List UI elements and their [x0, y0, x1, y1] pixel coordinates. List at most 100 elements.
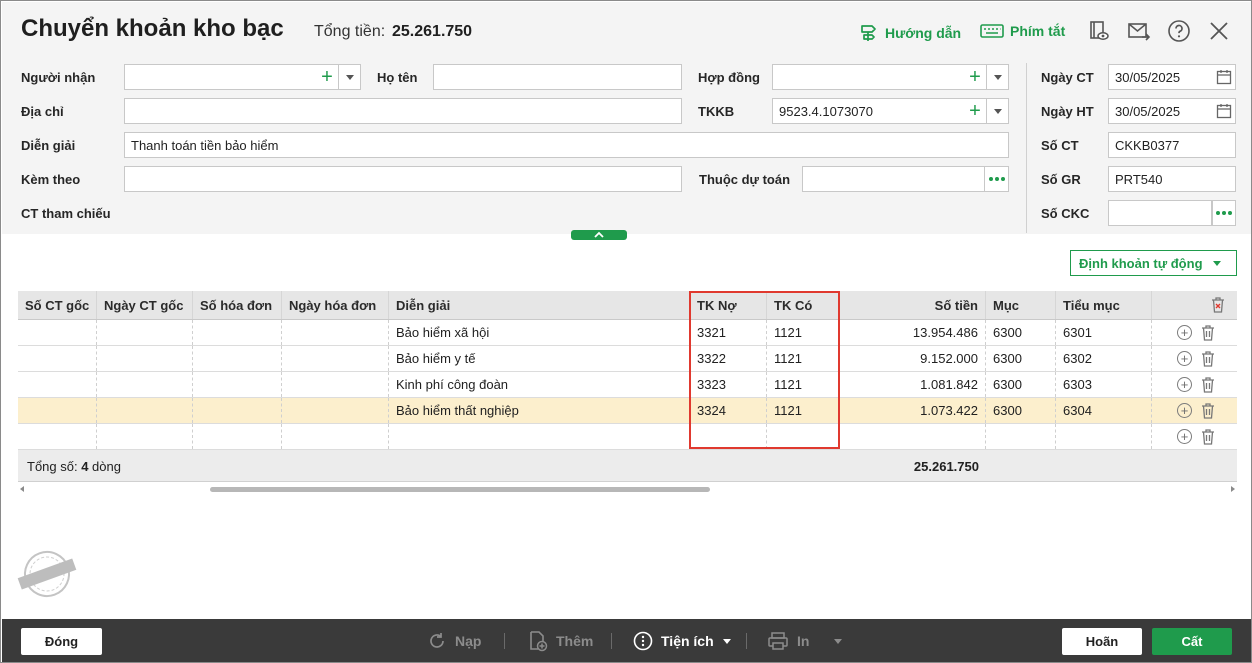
- view-history-icon[interactable]: [1087, 19, 1111, 43]
- keyboard-icon: [980, 24, 1004, 38]
- cell-credit[interactable]: 1121: [767, 398, 840, 423]
- add-tkkb-icon[interactable]: +: [964, 99, 986, 123]
- calendar-icon[interactable]: [1213, 65, 1235, 89]
- cell-subitem[interactable]: 6301: [1056, 320, 1152, 345]
- cell-subitem[interactable]: 6302: [1056, 346, 1152, 371]
- help-icon[interactable]: [1167, 19, 1191, 43]
- table-row-selected[interactable]: Bảo hiểm thất nghiệp 3324 1121 1.073.422…: [18, 398, 1237, 424]
- shortcut-button[interactable]: Phím tắt: [980, 23, 1065, 39]
- col-header-source-doc[interactable]: Số CT gốc: [18, 291, 97, 319]
- trash-icon[interactable]: [1200, 350, 1216, 368]
- trash-icon[interactable]: [1200, 376, 1216, 394]
- chevron-up-icon: [594, 231, 604, 238]
- col-header-item[interactable]: Mục: [986, 291, 1056, 319]
- contract-field[interactable]: +: [772, 64, 1009, 90]
- col-header-credit[interactable]: TK Có: [767, 291, 840, 319]
- cell-amount[interactable]: 13.954.486: [840, 320, 986, 345]
- doc-date-field[interactable]: 30/05/2025: [1108, 64, 1236, 90]
- add-row-icon[interactable]: +: [1177, 351, 1192, 366]
- calendar-icon[interactable]: [1213, 99, 1235, 123]
- add-row-icon[interactable]: +: [1177, 403, 1192, 418]
- cell-credit[interactable]: 1121: [767, 346, 840, 371]
- tkkb-field[interactable]: 9523.4.1073070 +: [772, 98, 1009, 124]
- cell-debit[interactable]: 3323: [690, 372, 767, 397]
- cell-description[interactable]: Bảo hiểm xã hội: [389, 320, 690, 345]
- chevron-down-icon[interactable]: [338, 65, 360, 89]
- cell-debit[interactable]: 3322: [690, 346, 767, 371]
- col-header-description[interactable]: Diễn giải: [389, 291, 690, 319]
- cell-item[interactable]: 6300: [986, 346, 1056, 371]
- load-button[interactable]: Nạp: [427, 629, 481, 653]
- close-icon[interactable]: [1207, 19, 1231, 43]
- add-row-icon[interactable]: +: [1177, 377, 1192, 392]
- chevron-down-icon[interactable]: [986, 99, 1008, 123]
- fullname-field[interactable]: [433, 64, 682, 90]
- print-button[interactable]: In: [767, 629, 843, 653]
- cell-description[interactable]: Bảo hiểm y tế: [389, 346, 690, 371]
- trash-icon[interactable]: [1200, 428, 1216, 446]
- tkkb-value: 9523.4.1073070: [779, 103, 873, 119]
- cell-description[interactable]: Bảo hiểm thất nghiệp: [389, 398, 690, 423]
- gr-no-field[interactable]: PRT540: [1108, 166, 1236, 192]
- description-field[interactable]: Thanh toán tiền bảo hiểm: [124, 132, 1009, 158]
- delete-all-icon[interactable]: [1203, 291, 1226, 319]
- post-date-field[interactable]: 30/05/2025: [1108, 98, 1236, 124]
- cell-amount[interactable]: 9.152.000: [840, 346, 986, 371]
- col-header-debit[interactable]: TK Nợ: [690, 291, 767, 319]
- cell-credit[interactable]: 1121: [767, 372, 840, 397]
- doc-no-field[interactable]: CKKB0377: [1108, 132, 1236, 158]
- trash-icon[interactable]: [1200, 324, 1216, 342]
- cell-credit[interactable]: 1121: [767, 320, 840, 345]
- attach-field[interactable]: [124, 166, 682, 192]
- col-header-invoice-no[interactable]: Số hóa đơn: [193, 291, 282, 319]
- cell-description[interactable]: Kinh phí công đoàn: [389, 372, 690, 397]
- add-recipient-icon[interactable]: +: [316, 65, 338, 89]
- auto-entry-dropdown[interactable]: Định khoản tự động: [1070, 250, 1237, 276]
- guide-button[interactable]: Hướng dẫn: [859, 23, 961, 43]
- sample-data-stamp: [17, 551, 77, 597]
- cell-item[interactable]: 6300: [986, 320, 1056, 345]
- budget-field[interactable]: [802, 166, 1009, 192]
- col-header-amount[interactable]: Số tiền: [840, 291, 986, 319]
- cell-subitem[interactable]: 6303: [1056, 372, 1152, 397]
- address-label: Địa chỉ: [21, 104, 64, 119]
- cell-debit[interactable]: 3321: [690, 320, 767, 345]
- ckc-lookup-button[interactable]: [1212, 200, 1236, 226]
- col-header-source-date[interactable]: Ngày CT gốc: [97, 291, 193, 319]
- table-row[interactable]: Bảo hiểm y tế 3322 1121 9.152.000 6300 6…: [18, 346, 1237, 372]
- send-mail-icon[interactable]: [1127, 19, 1151, 43]
- table-row-empty[interactable]: +: [18, 424, 1237, 450]
- ckc-no-field[interactable]: [1108, 200, 1212, 226]
- table-row[interactable]: Kinh phí công đoàn 3323 1121 1.081.842 6…: [18, 372, 1237, 398]
- scroll-right-icon[interactable]: [1231, 486, 1235, 492]
- add-button[interactable]: Thêm: [528, 629, 593, 653]
- trash-icon[interactable]: [1200, 402, 1216, 420]
- collapse-header-toggle[interactable]: [571, 230, 627, 240]
- address-field[interactable]: [124, 98, 682, 124]
- cell-debit[interactable]: 3324: [690, 398, 767, 423]
- total-label: Tổng tiền:: [314, 23, 386, 40]
- scrollbar-thumb[interactable]: [210, 487, 710, 492]
- cell-amount[interactable]: 1.081.842: [840, 372, 986, 397]
- add-contract-icon[interactable]: +: [964, 65, 986, 89]
- scroll-left-icon[interactable]: [20, 486, 24, 492]
- utilities-button[interactable]: Tiện ích: [633, 629, 732, 653]
- cell-item[interactable]: 6300: [986, 398, 1056, 423]
- more-options-icon[interactable]: [984, 167, 1008, 191]
- horizontal-scrollbar[interactable]: [18, 483, 1237, 495]
- cell-item[interactable]: 6300: [986, 372, 1056, 397]
- col-header-invoice-date[interactable]: Ngày hóa đơn: [282, 291, 389, 319]
- more-options-icon: [1213, 201, 1235, 225]
- cell-amount[interactable]: 1.073.422: [840, 398, 986, 423]
- close-button[interactable]: Đóng: [21, 628, 102, 655]
- table-row[interactable]: Bảo hiểm xã hội 3321 1121 13.954.486 630…: [18, 320, 1237, 346]
- cell-subitem[interactable]: 6304: [1056, 398, 1152, 423]
- cancel-button[interactable]: Hoãn: [1062, 628, 1142, 655]
- save-button[interactable]: Cất: [1152, 628, 1232, 655]
- add-row-icon[interactable]: +: [1177, 325, 1192, 340]
- col-header-subitem[interactable]: Tiểu mục: [1056, 291, 1152, 319]
- add-row-icon[interactable]: +: [1177, 429, 1192, 444]
- recipient-field[interactable]: +: [124, 64, 361, 90]
- chevron-down-icon[interactable]: [986, 65, 1008, 89]
- add-label: Thêm: [556, 633, 594, 649]
